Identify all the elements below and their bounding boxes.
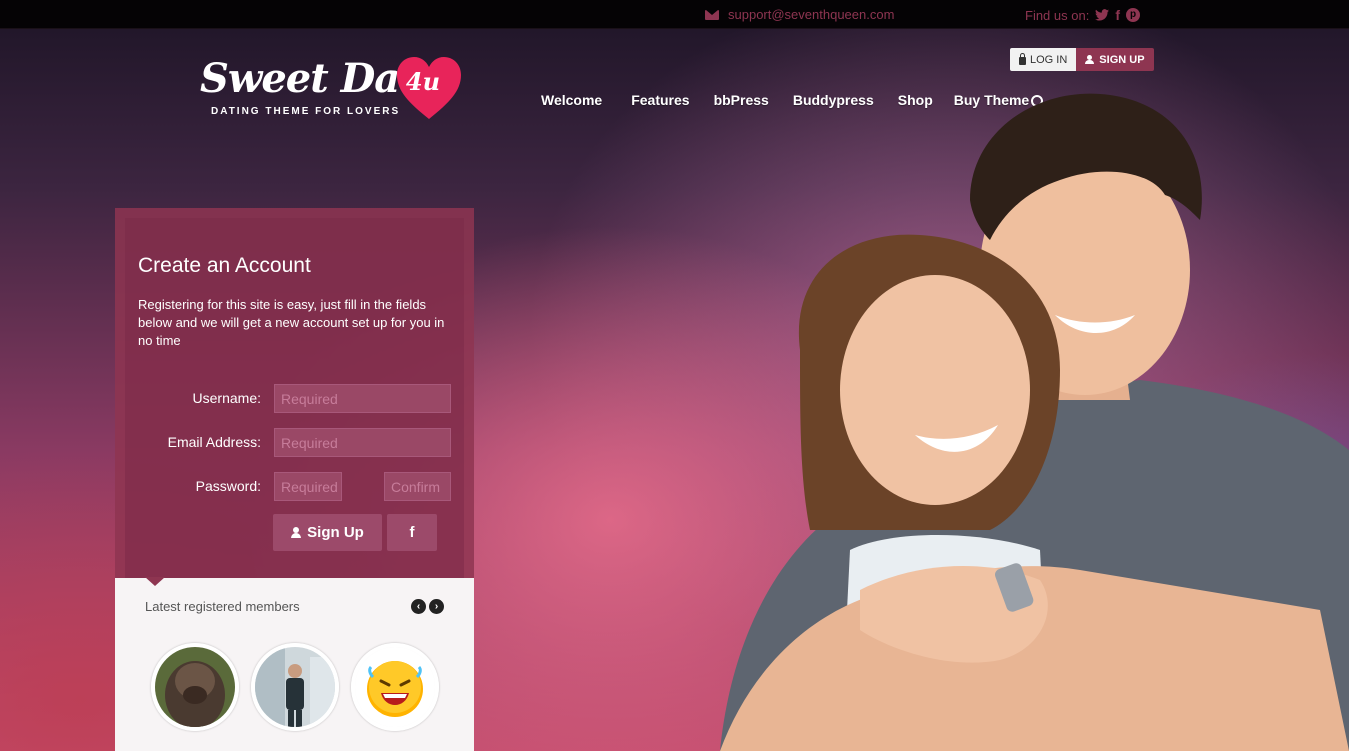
username-field[interactable]: Required: [274, 384, 451, 413]
logo-badge: 4u: [405, 67, 441, 96]
password-field[interactable]: Required: [274, 472, 342, 501]
support-email-text: support@seventhqueen.com: [728, 7, 895, 22]
login-label: LOG IN: [1030, 53, 1068, 66]
envelope-icon: [705, 9, 719, 20]
facebook-icon: f: [409, 524, 415, 541]
username-label: Username:: [192, 390, 261, 406]
email-field[interactable]: Required: [274, 428, 451, 457]
confirm-password-field[interactable]: Confirm: [384, 472, 451, 501]
users-icon: [1085, 55, 1095, 64]
facebook-icon[interactable]: f: [1115, 7, 1120, 23]
next-arrow-icon[interactable]: ›: [429, 599, 444, 614]
signup-button[interactable]: SIGN UP: [1076, 48, 1154, 71]
member-avatar[interactable]: [151, 643, 239, 731]
facebook-signup-button[interactable]: f: [387, 514, 437, 551]
panel-notch: [145, 577, 165, 586]
top-bar: support@seventhqueen.com Find us on: f p: [0, 0, 1349, 29]
register-signup-button[interactable]: Sign Up: [273, 514, 382, 551]
password-label: Password:: [195, 478, 261, 494]
login-button[interactable]: LOG IN: [1010, 48, 1077, 71]
latest-members: Latest registered members ‹ ›: [115, 577, 474, 751]
nav-item-welcome[interactable]: Welcome: [541, 92, 602, 108]
pinterest-icon[interactable]: p: [1126, 8, 1140, 22]
member-avatar[interactable]: [251, 643, 339, 731]
register-signup-label: Sign Up: [307, 524, 364, 541]
register-panel: Create an Account Registering for this s…: [115, 208, 474, 578]
signup-label: SIGN UP: [1099, 53, 1145, 66]
auth-buttons: LOG IN SIGN UP: [1010, 48, 1154, 71]
register-title: Create an Account: [138, 254, 311, 277]
find-us-label: Find us on:: [1025, 7, 1090, 23]
member-avatar[interactable]: [351, 643, 439, 731]
support-email[interactable]: support@seventhqueen.com: [705, 7, 894, 22]
social-links: Find us on: f p: [1025, 7, 1140, 23]
person-avatar-icon: [255, 647, 335, 727]
members-carousel-nav: ‹ ›: [411, 599, 444, 614]
register-intro: Registering for this site is easy, just …: [138, 297, 445, 348]
gorilla-avatar-icon: [155, 647, 235, 727]
lock-icon: [1019, 52, 1026, 65]
logo-tagline: DATING THEME FOR LOVERS: [211, 106, 401, 117]
user-icon: [291, 527, 302, 538]
email-label: Email Address:: [167, 434, 261, 450]
laughing-emoji-icon: [355, 647, 435, 727]
latest-members-title: Latest registered members: [145, 599, 300, 614]
site-logo[interactable]: Sweet Date 4u DATING THEME FOR LOVERS: [200, 55, 465, 125]
couple-photo: [720, 93, 1349, 751]
prev-arrow-icon[interactable]: ‹: [411, 599, 426, 614]
twitter-icon[interactable]: [1095, 9, 1110, 21]
